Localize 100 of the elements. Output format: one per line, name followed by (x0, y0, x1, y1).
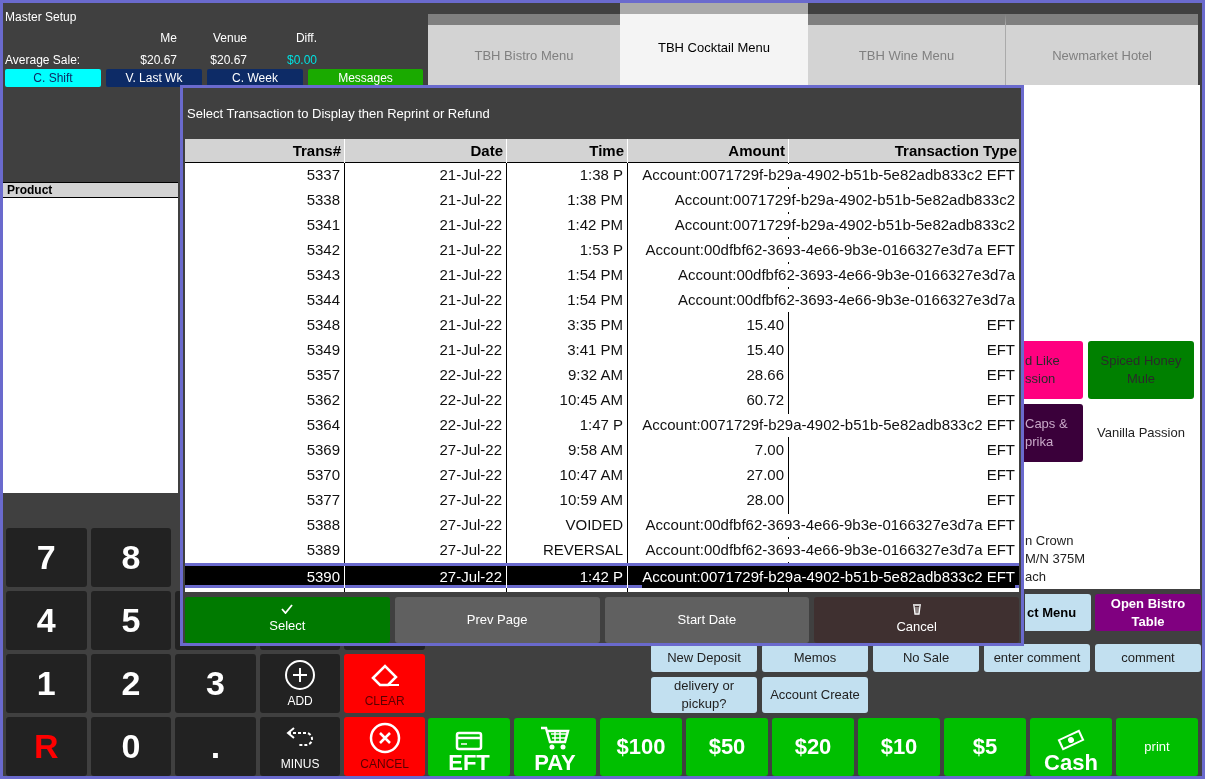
table-cell-text: 5348 (306, 315, 340, 336)
table-cell-text: 5377 (306, 490, 340, 511)
screen-title: Master Setup (5, 10, 77, 24)
table-cell-text: 5349 (306, 340, 340, 361)
dialog-button[interactable]: Start Date (604, 597, 810, 643)
plus-circle-icon (284, 659, 317, 691)
table-cell-text: 10:45 AM (559, 390, 623, 411)
keypad-key[interactable]: 8 (90, 528, 172, 587)
column-header[interactable]: Amount (628, 138, 789, 163)
keypad-key[interactable]: 3 (175, 654, 256, 713)
table-cell-text: 10:47 AM (559, 465, 623, 486)
table-cell-text: 1:54 PM (567, 265, 623, 286)
table-cell-text: 27-Jul-22 (439, 490, 502, 511)
column-header: Product (3, 183, 178, 199)
table-cell: Account:00dfbf62-3693-4e66-9b3e-0166327e3d7a EFT (645, 514, 1015, 537)
table-cell-text: 27-Jul-22 (439, 515, 502, 536)
table-cell-text: 27-Jul-22 (439, 440, 502, 461)
card-icon (455, 731, 483, 751)
table-cell-text: 5342 (306, 240, 340, 261)
table-row[interactable]: 5390 27-Jul-22 1:42 P Account:0071729f-b29a-4902-b51b-5e82adb833c2 EFT (185, 562, 1019, 588)
table-cell-text: 27-Jul-22 (439, 540, 502, 561)
add-button[interactable]: ADD (259, 654, 341, 713)
cancel-button[interactable]: Cancel (814, 597, 1019, 643)
column-header[interactable]: Date (345, 138, 507, 163)
menu-item-button[interactable]: d Like ssion (1024, 341, 1083, 399)
table-cell-text: 21-Jul-22 (439, 265, 502, 286)
table-cell-text: 21-Jul-22 (439, 340, 502, 361)
menu-item-button[interactable]: Caps & prika (1024, 404, 1083, 462)
table-cell-text: 1:54 PM (567, 290, 623, 311)
stat-value: $20.67 (209, 52, 247, 69)
table-cell-text: 21-Jul-22 (439, 190, 502, 211)
table-cell-text: 1:42 P (579, 566, 623, 587)
table-cell: Account:0071729f-b29a-4902-b51b-5e82adb833c2 EFT (642, 565, 1015, 589)
cancel-button[interactable]: CANCEL (344, 717, 425, 776)
open-table-button[interactable]: Open Bistro Table (1095, 594, 1201, 632)
column-header[interactable]: Transaction Type (789, 138, 1019, 163)
table-cell: Account:0071729f-b29a-4902-b51b-5e82adb833c2 (674, 214, 1015, 237)
table-cell-text: 1:38 PM (567, 190, 623, 211)
table-cell-text: 21-Jul-22 (439, 240, 502, 261)
keypad-key[interactable]: 7 (6, 528, 87, 587)
table-cell-text: 5364 (306, 415, 340, 436)
keypad-key[interactable]: R (6, 717, 87, 776)
table-cell-text: 5369 (306, 440, 340, 461)
table-cell-text: REVERSAL (542, 540, 623, 561)
table-cell-text: 1:42 PM (567, 215, 623, 236)
select-button[interactable]: Select (185, 597, 390, 643)
table-cell-text: 1:53 P (579, 240, 623, 261)
table-cell-text: 9:32 AM (567, 365, 623, 386)
column-label: Diff. (294, 30, 317, 47)
period-button[interactable]: V. Last Wk (106, 69, 202, 87)
table-cell-text: 5390 (306, 566, 340, 587)
table-cell-text: 5341 (306, 215, 340, 236)
table-cell: Account:00dfbf62-3693-4e66-9b3e-0166327e3d7a (678, 289, 1015, 312)
table-cell: Account:00dfbf62-3693-4e66-9b3e-0166327e3d7a EFT (645, 539, 1015, 562)
table-cell-text: 5362 (306, 390, 340, 411)
trash-icon (911, 603, 922, 616)
stat-value: $0.00 (285, 52, 317, 69)
dialog-button[interactable]: Prev Page (394, 597, 600, 643)
menu-button[interactable]: ct Menu (1025, 594, 1091, 632)
table-cell: Account:0071729f-b29a-4902-b51b-5e82adb833c2 (674, 189, 1015, 212)
table-cell: Account:0071729f-b29a-4902-b51b-5e82adb833c2 EFT (642, 164, 1015, 187)
clear-button[interactable]: CLEAR (344, 654, 425, 713)
table-cell-text: 5389 (306, 540, 340, 561)
table-cell-text: VOIDED (565, 515, 623, 536)
table-cell-text: 21-Jul-22 (439, 165, 502, 186)
table-cell: Account:00dfbf62-3693-4e66-9b3e-0166327e3d7a EFT (645, 239, 1015, 262)
function-button[interactable]: New Deposit (651, 644, 757, 672)
column-header[interactable]: Time (507, 138, 628, 163)
column-label: Venue (211, 30, 247, 47)
table-cell-text: 21-Jul-22 (439, 315, 502, 336)
table-cell-text: 3:41 PM (567, 340, 623, 361)
dialog-title: Select Transaction to Display then Reprint or Refund (186, 105, 491, 123)
function-button[interactable]: Memos (762, 644, 868, 672)
table-cell-text: 28.00 (746, 490, 784, 511)
function-button[interactable]: delivery or pickup? (651, 677, 757, 713)
cancel-circle-icon (368, 722, 401, 754)
table-cell-text: 5338 (306, 190, 340, 211)
table-cell-text: 27-Jul-22 (439, 465, 502, 486)
keypad-key[interactable]: . (175, 717, 256, 776)
keypad-key[interactable]: 1 (6, 654, 87, 713)
menu-item-text[interactable]: Vanilla Passion (1088, 404, 1194, 462)
keypad-key[interactable]: 0 (90, 717, 172, 776)
minus-button[interactable]: MINUS (259, 717, 341, 776)
table-cell-text: 7.00 (754, 440, 784, 461)
column-header[interactable]: Trans# (185, 138, 345, 163)
function-button[interactable]: comment (1095, 644, 1201, 672)
table-cell-text: 22-Jul-22 (439, 390, 502, 411)
table-cell-text: 5370 (306, 465, 340, 486)
keypad-key[interactable]: 5 (90, 591, 172, 650)
table-cell-text: 1:38 P (579, 165, 623, 186)
row-label: Average Sale: (5, 52, 82, 69)
keypad-key[interactable]: 4 (6, 591, 87, 650)
period-button[interactable]: C. Shift (5, 69, 101, 87)
function-button[interactable]: Account Create (762, 677, 868, 713)
stat-value: $20.67 (139, 52, 177, 69)
keypad-key[interactable]: 2 (90, 654, 172, 713)
function-button[interactable]: No Sale (873, 644, 979, 672)
function-button[interactable]: enter comment (984, 644, 1090, 672)
menu-tab[interactable]: TBH Cocktail Menu (620, 3, 808, 85)
table-cell-text: 28.66 (746, 365, 784, 386)
